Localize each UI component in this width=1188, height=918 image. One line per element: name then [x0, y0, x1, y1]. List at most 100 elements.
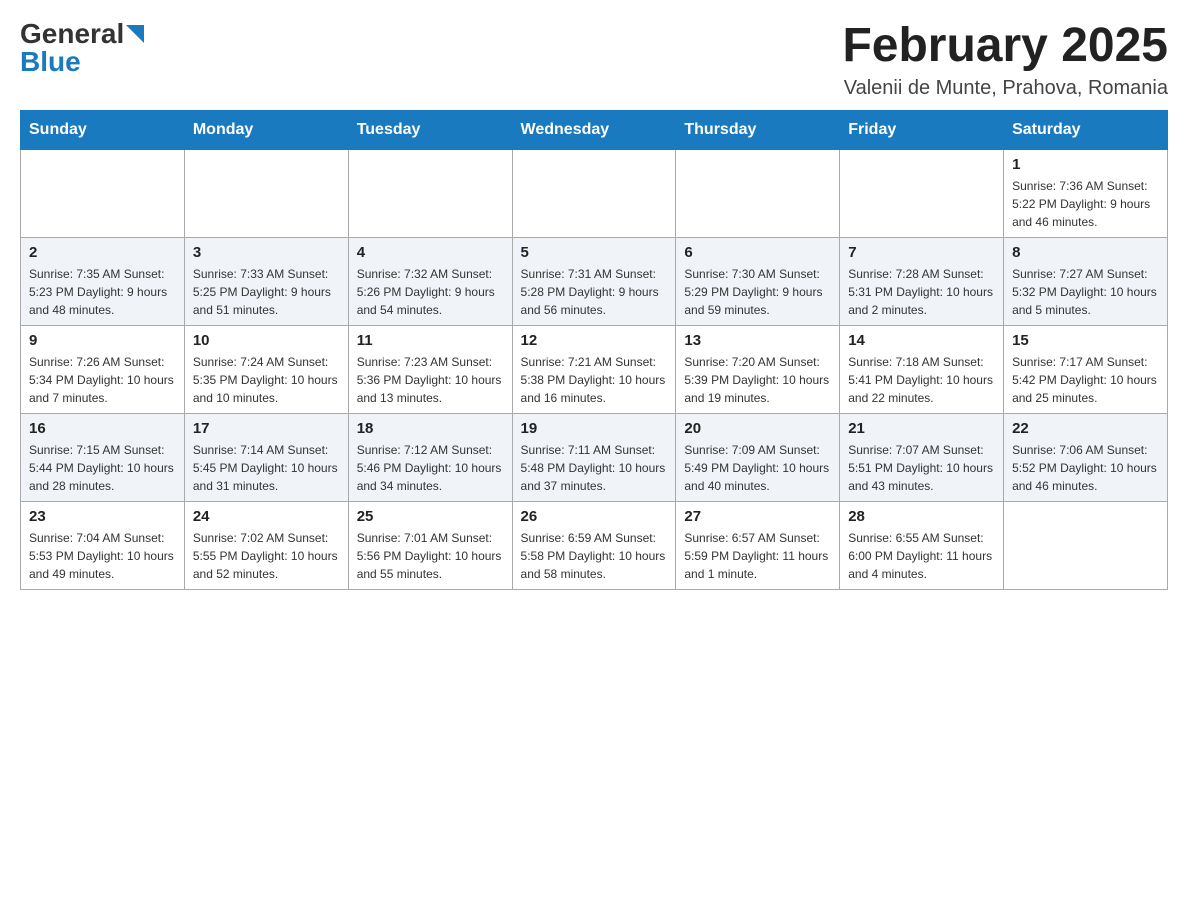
page-header: General Blue February 2025 Valenii de Mu…	[20, 20, 1168, 100]
day-info: Sunrise: 7:26 AM Sunset: 5:34 PM Dayligh…	[29, 353, 176, 407]
calendar-day-cell: 2Sunrise: 7:35 AM Sunset: 5:23 PM Daylig…	[21, 237, 185, 325]
day-info: Sunrise: 6:55 AM Sunset: 6:00 PM Dayligh…	[848, 529, 995, 583]
day-info: Sunrise: 7:09 AM Sunset: 5:49 PM Dayligh…	[684, 441, 831, 495]
day-info: Sunrise: 6:57 AM Sunset: 5:59 PM Dayligh…	[684, 529, 831, 583]
day-number: 14	[848, 332, 995, 349]
title-block: February 2025 Valenii de Munte, Prahova,…	[842, 20, 1168, 100]
day-info: Sunrise: 7:18 AM Sunset: 5:41 PM Dayligh…	[848, 353, 995, 407]
weekday-saturday: Saturday	[1004, 110, 1168, 149]
calendar-day-cell: 22 Sunrise: 7:06 AM Sunset: 5:52 PM Dayli…	[1004, 413, 1168, 501]
week-row-2: 2Sunrise: 7:35 AM Sunset: 5:23 PM Daylig…	[21, 237, 1168, 325]
calendar-day-cell: 4Sunrise: 7:32 AM Sunset: 5:26 PM Daylig…	[348, 237, 512, 325]
weekday-thursday: Thursday	[676, 110, 840, 149]
week-row-1: 1 Sunrise: 7:36 AM Sunset: 5:22 PM Daylig…	[21, 149, 1168, 237]
calendar-day-cell: 6 Sunrise: 7:30 AM Sunset: 5:29 PM Daylig…	[676, 237, 840, 325]
day-info: Sunrise: 7:11 AM Sunset: 5:48 PM Dayligh…	[521, 441, 668, 495]
calendar-day-cell: 17 Sunrise: 7:14 AM Sunset: 5:45 PM Dayli…	[184, 413, 348, 501]
day-number: 26	[521, 508, 668, 525]
day-number: 23	[29, 508, 176, 525]
day-number: 25	[357, 508, 504, 525]
day-info: Sunrise: 7:27 AM Sunset: 5:32 PM Dayligh…	[1012, 265, 1159, 319]
calendar-day-cell: 1 Sunrise: 7:36 AM Sunset: 5:22 PM Daylig…	[1004, 149, 1168, 237]
day-number: 7	[848, 244, 995, 261]
calendar-day-cell: 27 Sunrise: 6:57 AM Sunset: 5:59 PM Dayli…	[676, 501, 840, 589]
day-number: 10	[193, 332, 340, 349]
day-number: 18	[357, 420, 504, 437]
day-info: Sunrise: 7:06 AM Sunset: 5:52 PM Dayligh…	[1012, 441, 1159, 495]
day-info: Sunrise: 6:59 AM Sunset: 5:58 PM Dayligh…	[521, 529, 668, 583]
day-number: 1	[1012, 156, 1159, 173]
weekday-wednesday: Wednesday	[512, 110, 676, 149]
logo-blue: Blue	[20, 46, 81, 77]
day-number: 27	[684, 508, 831, 525]
day-info: Sunrise: 7:14 AM Sunset: 5:45 PM Dayligh…	[193, 441, 340, 495]
day-number: 16	[29, 420, 176, 437]
calendar-day-cell: 14 Sunrise: 7:18 AM Sunset: 5:41 PM Dayli…	[840, 325, 1004, 413]
calendar-day-cell: 26 Sunrise: 6:59 AM Sunset: 5:58 PM Dayli…	[512, 501, 676, 589]
day-number: 22	[1012, 420, 1159, 437]
week-row-5: 23 Sunrise: 7:04 AM Sunset: 5:53 PM Dayli…	[21, 501, 1168, 589]
day-number: 11	[357, 332, 504, 349]
calendar-day-cell: 23 Sunrise: 7:04 AM Sunset: 5:53 PM Dayli…	[21, 501, 185, 589]
logo-general: General	[20, 20, 124, 48]
day-info: Sunrise: 7:30 AM Sunset: 5:29 PM Dayligh…	[684, 265, 831, 319]
calendar-day-cell: 5 Sunrise: 7:31 AM Sunset: 5:28 PM Daylig…	[512, 237, 676, 325]
day-number: 3	[193, 244, 340, 261]
day-info: Sunrise: 7:21 AM Sunset: 5:38 PM Dayligh…	[521, 353, 668, 407]
calendar-day-cell: 19 Sunrise: 7:11 AM Sunset: 5:48 PM Dayli…	[512, 413, 676, 501]
calendar-table: SundayMondayTuesdayWednesdayThursdayFrid…	[20, 110, 1168, 590]
week-row-4: 16 Sunrise: 7:15 AM Sunset: 5:44 PM Dayli…	[21, 413, 1168, 501]
day-info: Sunrise: 7:04 AM Sunset: 5:53 PM Dayligh…	[29, 529, 176, 583]
calendar-day-cell: 28 Sunrise: 6:55 AM Sunset: 6:00 PM Dayli…	[840, 501, 1004, 589]
day-info: Sunrise: 7:35 AM Sunset: 5:23 PM Dayligh…	[29, 265, 176, 319]
calendar-day-cell	[1004, 501, 1168, 589]
calendar-day-cell: 7 Sunrise: 7:28 AM Sunset: 5:31 PM Daylig…	[840, 237, 1004, 325]
day-info: Sunrise: 7:31 AM Sunset: 5:28 PM Dayligh…	[521, 265, 668, 319]
calendar-day-cell: 16 Sunrise: 7:15 AM Sunset: 5:44 PM Dayli…	[21, 413, 185, 501]
day-number: 8	[1012, 244, 1159, 261]
day-number: 24	[193, 508, 340, 525]
weekday-header-row: SundayMondayTuesdayWednesdayThursdayFrid…	[21, 110, 1168, 149]
day-number: 9	[29, 332, 176, 349]
weekday-friday: Friday	[840, 110, 1004, 149]
calendar-day-cell	[676, 149, 840, 237]
day-number: 15	[1012, 332, 1159, 349]
day-info: Sunrise: 7:24 AM Sunset: 5:35 PM Dayligh…	[193, 353, 340, 407]
day-info: Sunrise: 7:15 AM Sunset: 5:44 PM Dayligh…	[29, 441, 176, 495]
calendar-day-cell: 8 Sunrise: 7:27 AM Sunset: 5:32 PM Daylig…	[1004, 237, 1168, 325]
day-number: 12	[521, 332, 668, 349]
day-info: Sunrise: 7:28 AM Sunset: 5:31 PM Dayligh…	[848, 265, 995, 319]
day-info: Sunrise: 7:02 AM Sunset: 5:55 PM Dayligh…	[193, 529, 340, 583]
day-info: Sunrise: 7:12 AM Sunset: 5:46 PM Dayligh…	[357, 441, 504, 495]
calendar-day-cell: 18 Sunrise: 7:12 AM Sunset: 5:46 PM Dayli…	[348, 413, 512, 501]
day-number: 17	[193, 420, 340, 437]
logo: General Blue	[20, 20, 146, 76]
calendar-day-cell: 12 Sunrise: 7:21 AM Sunset: 5:38 PM Dayli…	[512, 325, 676, 413]
day-info: Sunrise: 7:07 AM Sunset: 5:51 PM Dayligh…	[848, 441, 995, 495]
day-number: 21	[848, 420, 995, 437]
month-title: February 2025	[842, 20, 1168, 73]
day-info: Sunrise: 7:01 AM Sunset: 5:56 PM Dayligh…	[357, 529, 504, 583]
weekday-tuesday: Tuesday	[348, 110, 512, 149]
calendar-day-cell: 15 Sunrise: 7:17 AM Sunset: 5:42 PM Dayli…	[1004, 325, 1168, 413]
calendar-day-cell: 3 Sunrise: 7:33 AM Sunset: 5:25 PM Daylig…	[184, 237, 348, 325]
day-number: 28	[848, 508, 995, 525]
logo-triangle-icon	[126, 25, 146, 45]
day-number: 5	[521, 244, 668, 261]
calendar-day-cell	[184, 149, 348, 237]
calendar-day-cell: 24 Sunrise: 7:02 AM Sunset: 5:55 PM Dayli…	[184, 501, 348, 589]
day-info: Sunrise: 7:20 AM Sunset: 5:39 PM Dayligh…	[684, 353, 831, 407]
day-number: 20	[684, 420, 831, 437]
day-info: Sunrise: 7:23 AM Sunset: 5:36 PM Dayligh…	[357, 353, 504, 407]
calendar-day-cell: 25 Sunrise: 7:01 AM Sunset: 5:56 PM Dayli…	[348, 501, 512, 589]
day-info: Sunrise: 7:17 AM Sunset: 5:42 PM Dayligh…	[1012, 353, 1159, 407]
calendar-day-cell	[512, 149, 676, 237]
day-number: 19	[521, 420, 668, 437]
day-info: Sunrise: 7:33 AM Sunset: 5:25 PM Dayligh…	[193, 265, 340, 319]
calendar-day-cell: 21 Sunrise: 7:07 AM Sunset: 5:51 PM Dayli…	[840, 413, 1004, 501]
weekday-monday: Monday	[184, 110, 348, 149]
day-number: 4	[357, 244, 504, 261]
day-number: 6	[684, 244, 831, 261]
calendar-day-cell	[21, 149, 185, 237]
day-info: Sunrise: 7:36 AM Sunset: 5:22 PM Dayligh…	[1012, 177, 1159, 231]
